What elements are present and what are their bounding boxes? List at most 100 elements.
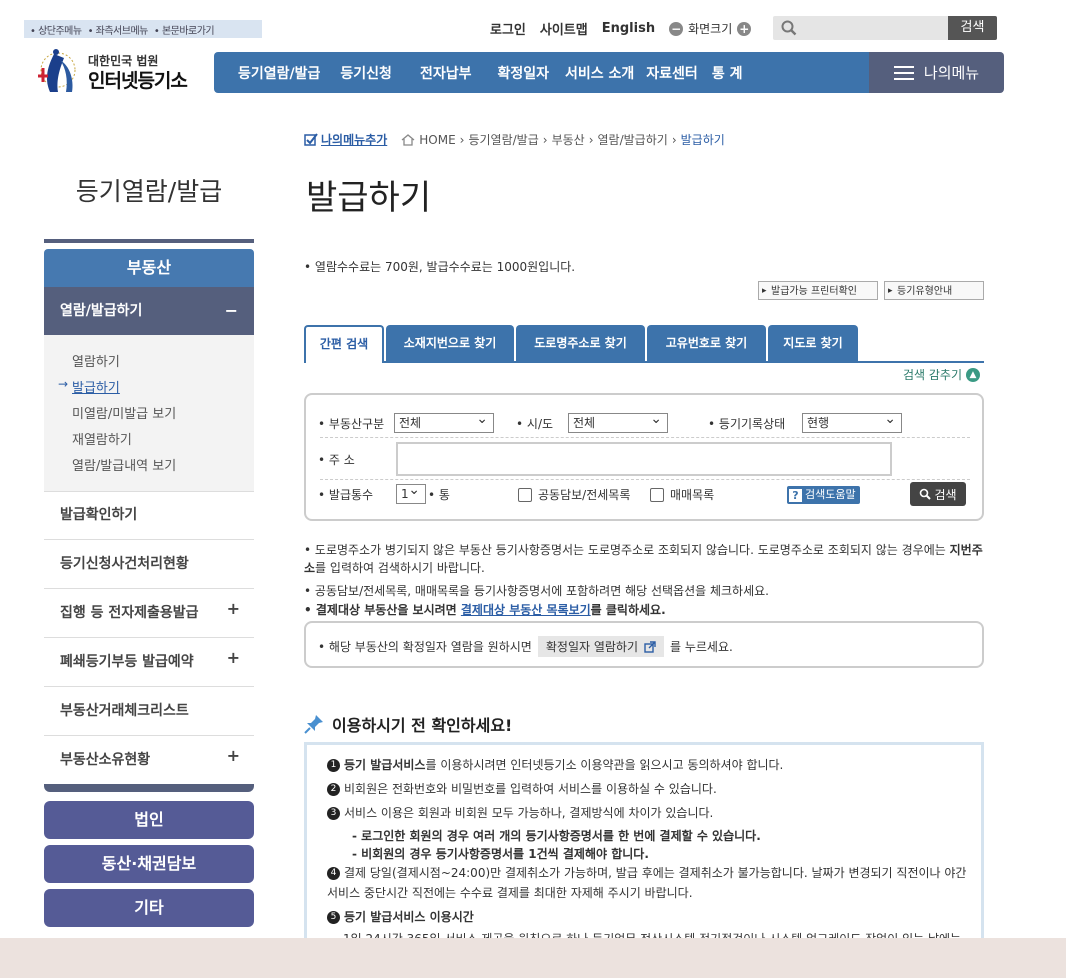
fixed-date-post: 를 누르세요. (670, 640, 733, 654)
sidebar-item-closed-reservation[interactable]: 폐쇄등기부등 발급예약 + (44, 638, 254, 687)
skip-link[interactable]: 상단주메뉴 (30, 22, 82, 37)
number-2-icon: 2 (327, 783, 340, 796)
sidebar-item-checklist[interactable]: 부동산거래체크리스트 (44, 687, 254, 736)
item-bold: 등기 발급서비스 이용시간 (344, 910, 474, 924)
main-nav: 등기열람/발급 등기신청 전자납부 확정일자 서비스 소개 자료센터 통 계 (214, 52, 870, 93)
sidebar-item-e-submission[interactable]: 집행 등 전자제출용발급 + (44, 589, 254, 638)
number-1-icon: 1 (327, 759, 340, 772)
count-select[interactable]: 1 (396, 481, 426, 504)
sidebar-button-movable[interactable]: 동산·채권담보 (44, 845, 254, 883)
sidebar-item-label: 발급확인하기 (60, 507, 138, 523)
add-my-menu-label: 나의메뉴추가 (321, 133, 388, 147)
fixed-date-pre: • 해당 부동산의 확정일자 열람을 원하시면 (318, 640, 532, 654)
before-use-item: 3 서비스 이용은 회원과 비회원 모두 가능하나, 결제방식에 차이가 있습니다… (327, 803, 967, 823)
zoom-out-icon[interactable]: − (669, 21, 684, 36)
before-use-item: 5 등기 발급서비스 이용시간 (327, 907, 967, 927)
skip-links: 상단주메뉴 좌측서브메뉴 본문바로가기 (24, 20, 262, 38)
submenu-view[interactable]: 열람하기 (72, 351, 120, 370)
sidebar-submenu: 열람하기 → 발급하기 미열람/미발급 보기 재열람하기 열람/발급내역 보기 (44, 335, 254, 492)
number-4-icon: 4 (327, 867, 340, 880)
court-emblem-icon (38, 49, 76, 92)
registry-type-guide-button[interactable]: 등기유형안내 (884, 281, 984, 301)
skip-link[interactable]: 본문바로가기 (154, 22, 215, 37)
search-tabs: 간편 검색 소재지번으로 찾기 도로명주소로 찾기 고유번호로 찾기 지도로 찾… (304, 325, 984, 363)
row-divider (320, 479, 970, 480)
skip-link[interactable]: 좌측서브메뉴 (88, 22, 149, 37)
type-select[interactable]: 전체 (394, 410, 494, 433)
before-use-subitem: - 로그인한 회원의 경우 여러 개의 등기사항증명서를 한 번에 결제할 수 … (352, 829, 761, 843)
sidebar-title: 등기열람/발급 (75, 177, 223, 206)
sidebar-category-real-estate[interactable]: 부동산 (44, 249, 254, 287)
expand-icon: + (226, 746, 240, 765)
before-use-item: 1 등기 발급서비스를 이용하시려면 인터넷등기소 이용약관을 읽으시고 동의하셔… (327, 755, 967, 775)
tab-road-address[interactable]: 도로명주소로 찾기 (516, 325, 645, 361)
submenu-history[interactable]: 열람/발급내역 보기 (72, 455, 176, 474)
nav-item-service-intro[interactable]: 서비스 소개 (561, 63, 642, 83)
printer-check-button[interactable]: 발급가능 프린터확인 (758, 281, 878, 301)
payment-list-link[interactable]: 결제대상 부동산 목록보기 (461, 603, 591, 617)
fixed-date-box: • 해당 부동산의 확정일자 열람을 원하시면 확정일자 열람하기 를 누르세요… (304, 621, 984, 668)
tab-lot-number[interactable]: 소재지번으로 찾기 (386, 325, 514, 361)
zoom-in-icon[interactable]: + (737, 21, 752, 36)
tab-unique-number[interactable]: 고유번호로 찾기 (647, 325, 766, 361)
sidebar-item-view-issue[interactable]: 열람/발급하기 − (44, 287, 254, 335)
search-icon (920, 488, 932, 500)
tab-simple-search[interactable]: 간편 검색 (304, 325, 384, 363)
breadcrumb-sep: › (542, 132, 548, 147)
hide-search-toggle[interactable]: 검색 감추기 ▲ (903, 366, 981, 383)
fee-note-text: 열람수수료는 700원, 발급수수료는 1000원입니다. (314, 260, 576, 274)
trade-list-label: 매매목록 (670, 488, 715, 502)
page-title: 발급하기 (306, 178, 432, 218)
site-search-button[interactable]: 검색 (948, 16, 997, 40)
trade-list-checkbox[interactable] (650, 488, 664, 502)
submenu-issue[interactable]: 발급하기 (72, 377, 120, 396)
submenu-unviewed[interactable]: 미열람/미발급 보기 (72, 403, 176, 422)
fixed-date-view-label: 확정일자 열람하기 (545, 640, 638, 654)
sidebar-item-issue-check[interactable]: 발급확인하기 (44, 491, 254, 540)
item-text: 서비스 이용은 회원과 비회원 모두 가능하나, 결제방식에 차이가 있습니다. (344, 806, 714, 820)
sidebar-button-etc[interactable]: 기타 (44, 889, 254, 927)
number-5-icon: 5 (327, 911, 340, 924)
submenu-review[interactable]: 재열람하기 (72, 429, 132, 448)
sidebar-item-label: 집행 등 전자제출용발급 (60, 605, 199, 621)
sidebar-item-case-status[interactable]: 등기신청사건처리현황 (44, 540, 254, 589)
sidebar-item-ownership[interactable]: 부동산소유현황 + (44, 736, 254, 785)
site-search-input[interactable]: 검색 (773, 16, 997, 40)
sidebar-bottom-bar (44, 784, 254, 792)
breadcrumb-item[interactable]: 부동산 (552, 131, 585, 148)
sitemap-link[interactable]: 사이트맵 (540, 19, 588, 38)
form-search-button[interactable]: 검색 (910, 482, 966, 506)
current-arrow-icon: → (58, 377, 69, 391)
login-link[interactable]: 로그인 (490, 19, 526, 38)
note-text: 를 클릭하세요. (590, 603, 666, 617)
joint-collateral-checkbox[interactable] (518, 488, 532, 502)
breadcrumb-item[interactable]: 열람/발급하기 (598, 131, 668, 148)
search-help-button[interactable]: ? 검색도움말 (787, 486, 860, 504)
note-options: 공동담보/전세목록, 매매목록을 등기사항증명서에 포함하려면 해당 선택옵션을… (304, 582, 769, 600)
address-input[interactable] (396, 442, 892, 476)
nav-item-application[interactable]: 등기신청 (332, 63, 404, 83)
nav-item-view-issue[interactable]: 등기열람/발급 (214, 63, 332, 83)
before-use-item: 4 결제 당일(결제시점~24:00)만 결제취소가 가능하며, 발급 후에는 결… (327, 863, 967, 903)
sidebar-button-corporation[interactable]: 법인 (44, 801, 254, 839)
nav-item-e-payment[interactable]: 전자납부 (404, 63, 484, 83)
search-help-label: 검색도움말 (805, 488, 856, 501)
before-use-item: 2 비회원은 전화번호와 비밀번호를 입력하여 서비스를 이용하실 수 있습니다. (327, 779, 967, 799)
status-select[interactable]: 현행 (802, 410, 902, 433)
breadcrumb-item[interactable]: 등기열람/발급 (468, 131, 538, 148)
nav-item-statistics[interactable]: 통 계 (702, 63, 755, 83)
nav-item-data-center[interactable]: 자료센터 (642, 63, 702, 83)
add-my-menu-link[interactable]: 나의메뉴추가 (304, 131, 387, 148)
site-logo[interactable]: 대한민국 법원 인터넷등기소 (30, 46, 210, 96)
nav-item-fixed-date[interactable]: 확정일자 (483, 63, 561, 83)
tab-map[interactable]: 지도로 찾기 (768, 325, 858, 361)
breadcrumb-home[interactable]: HOME (419, 133, 455, 147)
form-search-label: 검색 (934, 487, 957, 502)
my-menu-button[interactable]: 나의메뉴 (869, 52, 1004, 93)
joint-collateral-label: 공동담보/전세목록 (538, 488, 631, 502)
english-link[interactable]: English (602, 21, 655, 36)
collapse-icon: − (224, 301, 238, 320)
sido-select[interactable]: 전체 (568, 410, 668, 433)
fixed-date-view-button[interactable]: 확정일자 열람하기 (537, 636, 664, 657)
note-text: 결제대상 부동산을 보시려면 (315, 603, 461, 617)
